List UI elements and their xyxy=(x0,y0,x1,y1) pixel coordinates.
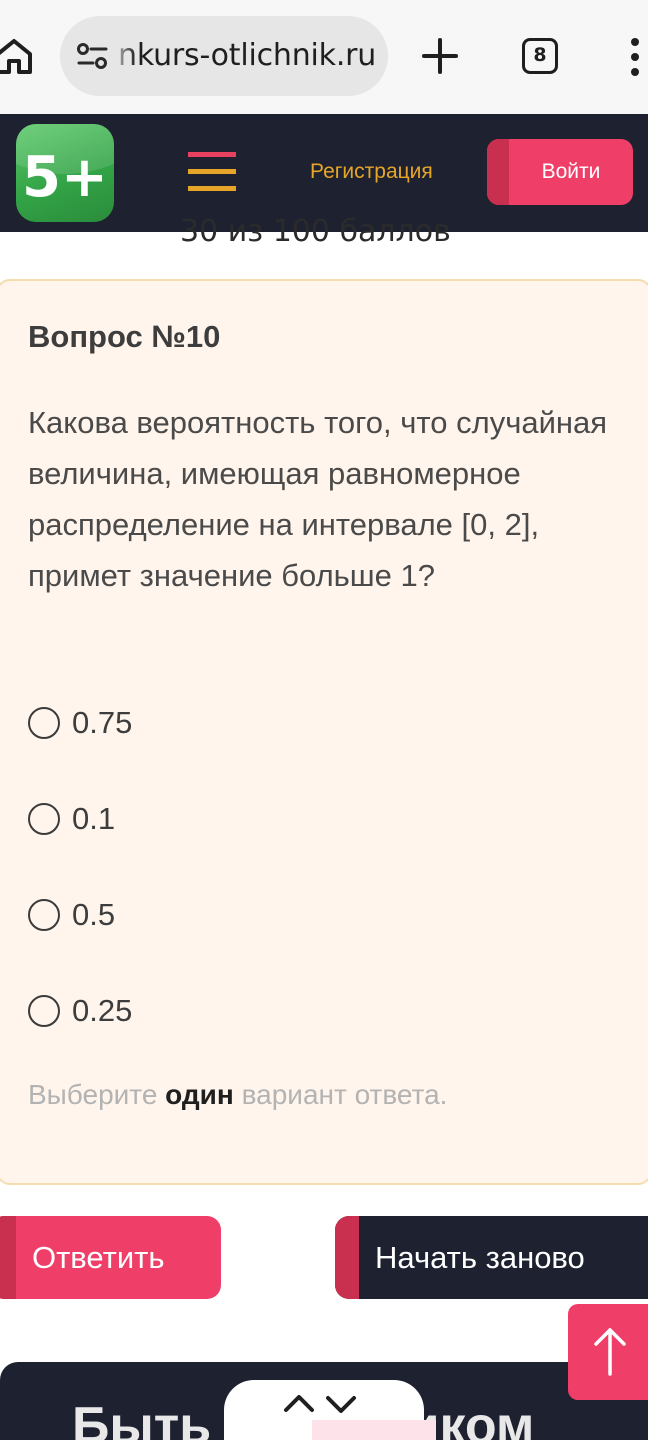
chevron-down-icon[interactable] xyxy=(324,1392,358,1416)
scroll-top-button[interactable] xyxy=(568,1304,648,1400)
home-icon[interactable] xyxy=(0,36,34,76)
answer-option[interactable]: 0.75 xyxy=(28,703,132,743)
login-button-label: Войти xyxy=(541,160,601,183)
answer-hint: Выберите один вариант ответа. xyxy=(28,1079,448,1110)
url-fade xyxy=(110,16,136,96)
answer-button-label: Ответить xyxy=(32,1240,165,1275)
answer-option-label: 0.5 xyxy=(72,897,116,932)
radio-button[interactable] xyxy=(28,803,60,835)
question-card: Вопрос №10 Какова вероятность того, что … xyxy=(0,279,648,1185)
site-logo[interactable]: 5+ xyxy=(16,124,114,222)
restart-button-label: Начать заново xyxy=(375,1240,585,1275)
pink-strip xyxy=(312,1420,436,1440)
browser-toolbar: nkurs-otlichnik.ru 8 xyxy=(0,0,648,114)
score-text: 30 из 100 баллов xyxy=(180,214,451,249)
register-link[interactable]: Регистрация xyxy=(310,154,433,190)
more-vert-icon[interactable] xyxy=(628,36,642,80)
hamburger-menu-icon[interactable] xyxy=(188,152,236,192)
answer-option-label: 0.75 xyxy=(72,705,133,740)
address-bar[interactable]: nkurs-otlichnik.ru xyxy=(60,16,388,96)
question-title: Вопрос №10 xyxy=(28,319,221,354)
answer-option[interactable]: 0.25 xyxy=(28,991,132,1031)
answer-option[interactable]: 0.1 xyxy=(28,799,115,839)
logo-text: 5+ xyxy=(22,145,108,210)
answer-option-label: 0.1 xyxy=(72,801,116,836)
chevron-up-icon[interactable] xyxy=(282,1392,316,1416)
tune-icon[interactable] xyxy=(76,42,110,70)
question-text: Какова вероятность того, что случайная в… xyxy=(28,405,608,593)
answer-option[interactable]: 0.5 xyxy=(28,895,115,935)
answer-button[interactable]: Ответить xyxy=(0,1216,221,1299)
radio-button[interactable] xyxy=(28,995,60,1027)
tab-switcher-button[interactable]: 8 xyxy=(522,38,558,74)
radio-button[interactable] xyxy=(28,707,60,739)
restart-button[interactable]: Начать заново xyxy=(335,1216,648,1299)
answer-option-label: 0.25 xyxy=(72,993,133,1028)
login-button[interactable]: Войти xyxy=(487,139,633,205)
url-text: nkurs-otlichnik.ru xyxy=(118,38,377,73)
radio-button[interactable] xyxy=(28,899,60,931)
arrow-up-icon xyxy=(594,1328,626,1376)
plus-icon[interactable] xyxy=(420,36,460,76)
